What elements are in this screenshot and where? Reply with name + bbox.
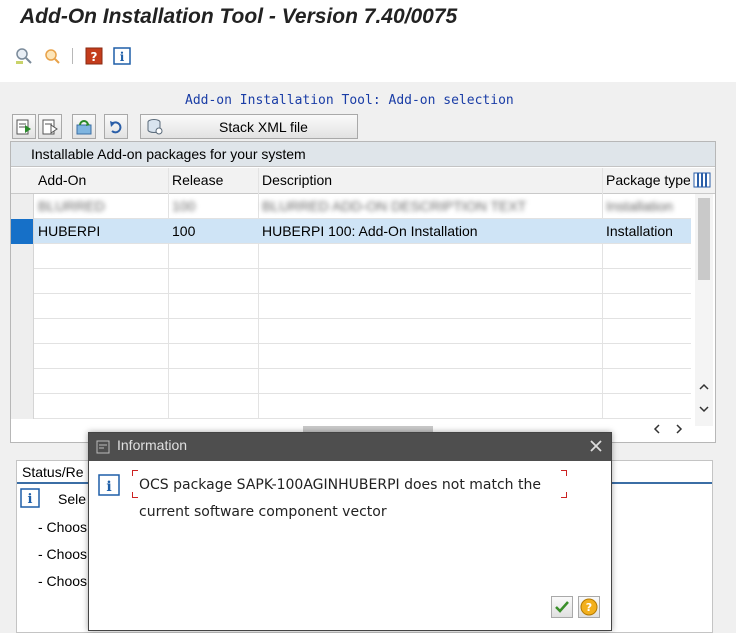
screen-subtitle: Add-on Installation Tool: Add-on selecti… <box>185 93 514 108</box>
svg-text:i: i <box>120 50 125 64</box>
table-row-empty <box>11 269 691 294</box>
scroll-up-icon[interactable] <box>698 382 710 392</box>
cell-addon: HUBERPI <box>38 223 101 239</box>
table-row-empty <box>11 394 691 419</box>
dialog-title-bar[interactable]: Information <box>89 433 611 461</box>
cell-description: HUBERPI 100: Add-On Installation <box>262 223 478 239</box>
database-icon <box>147 119 163 135</box>
focus-corner <box>132 470 138 476</box>
info-icon: i <box>98 474 120 496</box>
svg-text:?: ? <box>91 50 98 64</box>
status-line: Sele <box>58 491 87 507</box>
table-row-empty <box>11 244 691 269</box>
confirm-button[interactable] <box>551 596 573 618</box>
scrollbar-thumb[interactable] <box>698 198 710 280</box>
focus-corner <box>561 470 567 476</box>
column-header-description[interactable]: Description <box>262 172 602 188</box>
window-menu-icon[interactable] <box>96 440 110 454</box>
help-button[interactable]: ? <box>578 596 600 618</box>
cell-addon: BLURRED <box>38 198 105 214</box>
table-row-empty <box>11 369 691 394</box>
select-all-icon[interactable] <box>12 114 36 139</box>
column-settings-icon[interactable] <box>693 171 711 189</box>
cell-release: 100 <box>172 223 196 239</box>
refresh-icon[interactable] <box>72 114 96 139</box>
row-selector <box>11 394 34 419</box>
row-selector <box>11 369 34 394</box>
svg-text:i: i <box>28 492 33 507</box>
find-icon[interactable] <box>14 46 34 66</box>
information-dialog: Information i OCS package SAPK-100AGINHU… <box>88 432 612 631</box>
info-icon[interactable]: i <box>112 46 132 66</box>
scroll-left-icon[interactable] <box>651 422 663 436</box>
close-icon[interactable] <box>587 437 605 455</box>
row-selector[interactable] <box>11 194 34 219</box>
table-row[interactable]: BLURRED 100 BLURRED ADD-ON DESCRIPTION T… <box>11 194 691 219</box>
table-caption: Installable Add-on packages for your sys… <box>11 142 715 167</box>
table-row-empty <box>11 319 691 344</box>
cell-package-type: Installation <box>606 198 673 214</box>
checkmark-icon <box>555 601 569 613</box>
dialog-message-line1: OCS package SAPK-100AGINHUBERPI does not… <box>139 477 541 493</box>
focus-corner <box>132 492 138 498</box>
undo-icon[interactable] <box>104 114 128 139</box>
scroll-right-icon[interactable] <box>673 422 685 436</box>
column-header-package-type[interactable]: Package type <box>606 172 690 188</box>
row-selector[interactable] <box>11 219 34 244</box>
table-header: Add-On Release Description Package type <box>11 168 715 194</box>
focus-corner <box>561 492 567 498</box>
dialog-title: Information <box>117 437 188 453</box>
deselect-all-icon[interactable] <box>38 114 62 139</box>
cell-package-type: Installation <box>606 223 673 239</box>
cell-release: 100 <box>172 198 196 214</box>
stack-xml-button[interactable]: Stack XML file <box>140 114 358 139</box>
window-title: Add-On Installation Tool - Version 7.40/… <box>20 5 458 28</box>
table-row-empty <box>11 294 691 319</box>
svg-text:?: ? <box>586 601 592 614</box>
row-selector <box>11 244 34 269</box>
status-line: - Choos <box>38 573 88 589</box>
scroll-down-icon[interactable] <box>698 404 710 414</box>
column-header-release[interactable]: Release <box>172 172 257 188</box>
row-selector <box>11 344 34 369</box>
status-line: - Choos <box>38 546 88 562</box>
row-selector <box>11 269 34 294</box>
cell-description: BLURRED ADD-ON DESCRIPTION TEXT <box>262 198 527 214</box>
question-icon: ? <box>580 598 598 616</box>
find-next-icon[interactable] <box>42 46 62 66</box>
row-selector <box>11 294 34 319</box>
stack-xml-label: Stack XML file <box>219 119 308 135</box>
table-caption-text: Installable Add-on packages for your sys… <box>31 146 306 162</box>
table-row-selected[interactable]: HUBERPI 100 HUBERPI 100: Add-On Installa… <box>11 219 691 244</box>
dialog-message-line2: current software component vector <box>139 504 387 520</box>
toolbar-separator <box>72 48 73 64</box>
column-header-addon[interactable]: Add-On <box>38 172 168 188</box>
title-bar: Add-On Installation Tool - Version 7.40/… <box>0 0 736 36</box>
vertical-scrollbar[interactable] <box>695 194 713 426</box>
application-toolbar: ? i <box>0 40 736 72</box>
status-tab[interactable]: Status/Re <box>22 464 83 480</box>
status-line: - Choos <box>38 519 88 535</box>
table-row-empty <box>11 344 691 369</box>
addon-table: Installable Add-on packages for your sys… <box>10 141 716 443</box>
info-icon: i <box>20 488 40 508</box>
svg-text:i: i <box>106 479 111 495</box>
help-icon[interactable]: ? <box>84 46 104 66</box>
row-selector <box>11 319 34 344</box>
